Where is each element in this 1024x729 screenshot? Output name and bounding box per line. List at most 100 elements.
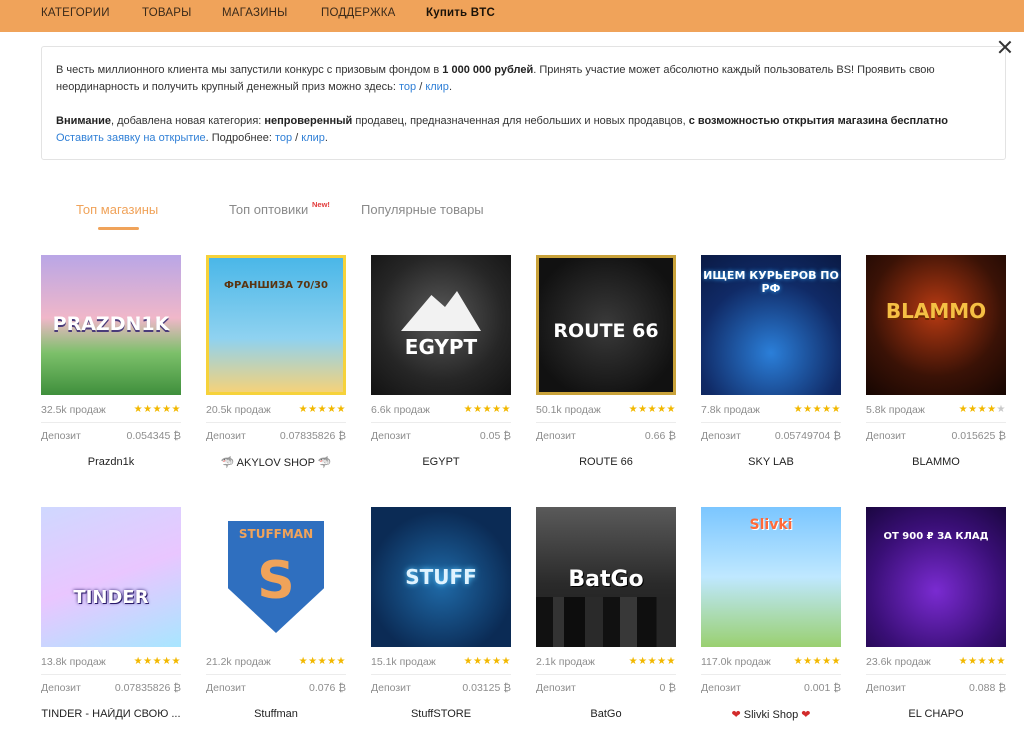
shop-thumbnail[interactable]: BatGo: [536, 507, 676, 647]
thumbnail-caption: PRAZDN1K: [52, 313, 170, 335]
deposit-value: 0 ₿: [659, 682, 676, 694]
divider: [206, 674, 346, 675]
shop-card[interactable]: ФРАНШИЗА 70/30 20.5k продаж ★★★★★ Депозит 0.…: [206, 255, 346, 475]
new-badge: New!: [312, 200, 330, 209]
shop-name[interactable]: SKY LAB: [701, 456, 841, 468]
sales-count: 21.2k продаж: [206, 656, 271, 668]
sales-count: 7.8k продаж: [701, 404, 760, 416]
rating-stars: ★★★★★: [628, 404, 676, 415]
deposit-label: Депозит: [371, 682, 411, 694]
deposit-value: 0.05749704 ₿: [774, 430, 841, 442]
shop-name[interactable]: TINDER - НАЙДИ СВОЮ ...: [41, 708, 181, 720]
clip-link-1[interactable]: клир: [425, 81, 449, 93]
shop-card[interactable]: Slivki 117.0k продаж ★★★★★ Депозит 0.001 ₿ ❤ …: [701, 507, 841, 727]
shop-name[interactable]: Stuffman: [206, 708, 346, 720]
tor-link-1[interactable]: тор: [399, 81, 416, 93]
shop-thumbnail[interactable]: ИЩЕМ КУРЬЕРОВ ПО РФ: [701, 255, 841, 395]
shop-name[interactable]: EL CHAPO: [866, 708, 1006, 720]
shop-name[interactable]: ❤ Slivki Shop ❤: [701, 708, 841, 721]
divider: [41, 674, 181, 675]
shop-card[interactable]: ROUTE 66 50.1k продаж ★★★★★ Депозит 0.66 ₿ RO…: [536, 255, 676, 475]
tab-top-wholesale[interactable]: Топ оптовики: [229, 202, 308, 217]
rating-stars: ★★★★★: [793, 656, 841, 667]
shop-name[interactable]: StuffSTORE: [371, 708, 511, 720]
divider: [536, 422, 676, 423]
thumbnail-caption: TINDER: [73, 587, 149, 608]
deposit-value: 0.076 ₿: [309, 682, 346, 694]
deposit-value: 0.015625 ₿: [951, 430, 1006, 442]
shop-thumbnail[interactable]: Slivki: [701, 507, 841, 647]
shop-thumbnail[interactable]: ROUTE 66: [536, 255, 676, 395]
rating-stars: ★★★★★: [463, 656, 511, 667]
sales-count: 2.1k продаж: [536, 656, 595, 668]
deposit-label: Депозит: [41, 682, 81, 694]
deposit-label: Депозит: [371, 430, 411, 442]
rating-stars: ★★★★★: [793, 404, 841, 415]
deposit-value: 0.001 ₿: [804, 682, 841, 694]
tor-link-2[interactable]: тор: [275, 132, 292, 144]
notice-line-2: неординарность и получить крупный денежн…: [56, 81, 452, 93]
thumbnail-caption: ИЩЕМ КУРЬЕРОВ ПО РФ: [703, 269, 839, 295]
shop-name[interactable]: BLAMMO: [866, 456, 1006, 468]
shop-card[interactable]: S STUFFMAN 21.2k продаж ★★★★★ Депозит 0.076 ₿…: [206, 507, 346, 727]
thumbnail-caption: EGYPT: [404, 335, 478, 359]
shop-name[interactable]: EGYPT: [371, 456, 511, 468]
shop-thumbnail[interactable]: S STUFFMAN: [206, 507, 346, 647]
deposit-value: 0.088 ₿: [969, 682, 1006, 694]
thumbnail-caption: BLAMMO: [885, 299, 987, 323]
shop-thumbnail[interactable]: EGYPT: [371, 255, 511, 395]
notice-line-1: В честь миллионного клиента мы запустили…: [56, 64, 935, 76]
shop-name-text: Slivki Shop: [743, 709, 799, 721]
nav-categories[interactable]: КАТЕГОРИИ: [41, 7, 110, 19]
shop-card[interactable]: BLAMMO 5.8k продаж ★★★★★ Депозит 0.015625 ₿ B…: [866, 255, 1006, 475]
shop-thumbnail[interactable]: TINDER: [41, 507, 181, 647]
shop-name[interactable]: Prazdn1k: [41, 456, 181, 468]
shop-card[interactable]: EGYPT 6.6k продаж ★★★★★ Депозит 0.05 ₿ EGYPT: [371, 255, 511, 475]
shop-card[interactable]: PRAZDN1K 32.5k продаж ★★★★★ Депозит 0.054345…: [41, 255, 181, 475]
deposit-label: Депозит: [866, 682, 906, 694]
shop-thumbnail[interactable]: STUFF: [371, 507, 511, 647]
tab-top-shops[interactable]: Топ магазины: [76, 202, 158, 217]
shop-card[interactable]: TINDER 13.8k продаж ★★★★★ Депозит 0.07835826…: [41, 507, 181, 727]
nav-support[interactable]: ПОДДЕРЖКА: [321, 7, 396, 19]
top-nav: КАТЕГОРИИ ТОВАРЫ МАГАЗИНЫ ПОДДЕРЖКА Купи…: [0, 0, 1024, 32]
close-icon[interactable]: [996, 38, 1014, 56]
deposit-value: 0.07835826 ₿: [279, 430, 346, 442]
rating-stars: ★★★★★: [628, 656, 676, 667]
nav-shops[interactable]: МАГАЗИНЫ: [222, 7, 288, 19]
thumbnail-caption: BatGo: [568, 567, 644, 592]
nav-buy-btc[interactable]: Купить BTC: [426, 7, 495, 19]
notice-line-3: Внимание, добавлена новая категория: неп…: [56, 115, 948, 127]
shark-icon: 🦈: [220, 457, 235, 469]
shop-thumbnail[interactable]: BLAMMO: [866, 255, 1006, 395]
rating-stars: ★★★★★: [463, 404, 511, 415]
shop-card[interactable]: ИЩЕМ КУРЬЕРОВ ПО РФ 7.8k продаж ★★★★★ Депоз…: [701, 255, 841, 475]
shark-icon: 🦈: [317, 457, 332, 469]
deposit-label: Депозит: [206, 682, 246, 694]
shop-card[interactable]: BatGo 2.1k продаж ★★★★★ Депозит 0 ₿ BatGo: [536, 507, 676, 727]
deposit-value: 0.05 ₿: [479, 430, 511, 442]
sales-count: 32.5k продаж: [41, 404, 106, 416]
shop-thumbnail[interactable]: OT 900 ₽ ЗА КЛАД: [866, 507, 1006, 647]
shop-card[interactable]: STUFF 15.1k продаж ★★★★★ Депозит 0.03125 ₿ St…: [371, 507, 511, 727]
apply-open-shop-link[interactable]: Оставить заявку на открытие: [56, 132, 206, 144]
rating-stars: ★★★★★: [958, 656, 1006, 667]
clip-link-2[interactable]: клир: [301, 132, 325, 144]
divider: [701, 422, 841, 423]
nav-products[interactable]: ТОВАРЫ: [142, 7, 191, 19]
shop-card[interactable]: OT 900 ₽ ЗА КЛАД 23.6k продаж ★★★★★ Депозит…: [866, 507, 1006, 727]
divider: [206, 422, 346, 423]
shop-name[interactable]: ROUTE 66: [536, 456, 676, 468]
shop-thumbnail[interactable]: PRAZDN1K: [41, 255, 181, 395]
shop-thumbnail[interactable]: ФРАНШИЗА 70/30: [206, 255, 346, 395]
tab-popular-products[interactable]: Популярные товары: [361, 202, 484, 217]
shop-name-text: AKYLOV SHOP: [236, 457, 315, 469]
shield-letter: S: [257, 551, 295, 611]
shop-name[interactable]: BatGo: [536, 708, 676, 720]
shop-name[interactable]: 🦈 AKYLOV SHOP 🦈: [206, 456, 346, 469]
thumbnail-caption: Slivki: [749, 517, 793, 533]
pyramid-logo: [401, 291, 481, 331]
deposit-value: 0.03125 ₿: [462, 682, 511, 694]
sales-count: 23.6k продаж: [866, 656, 931, 668]
heart-icon: ❤: [801, 709, 811, 721]
